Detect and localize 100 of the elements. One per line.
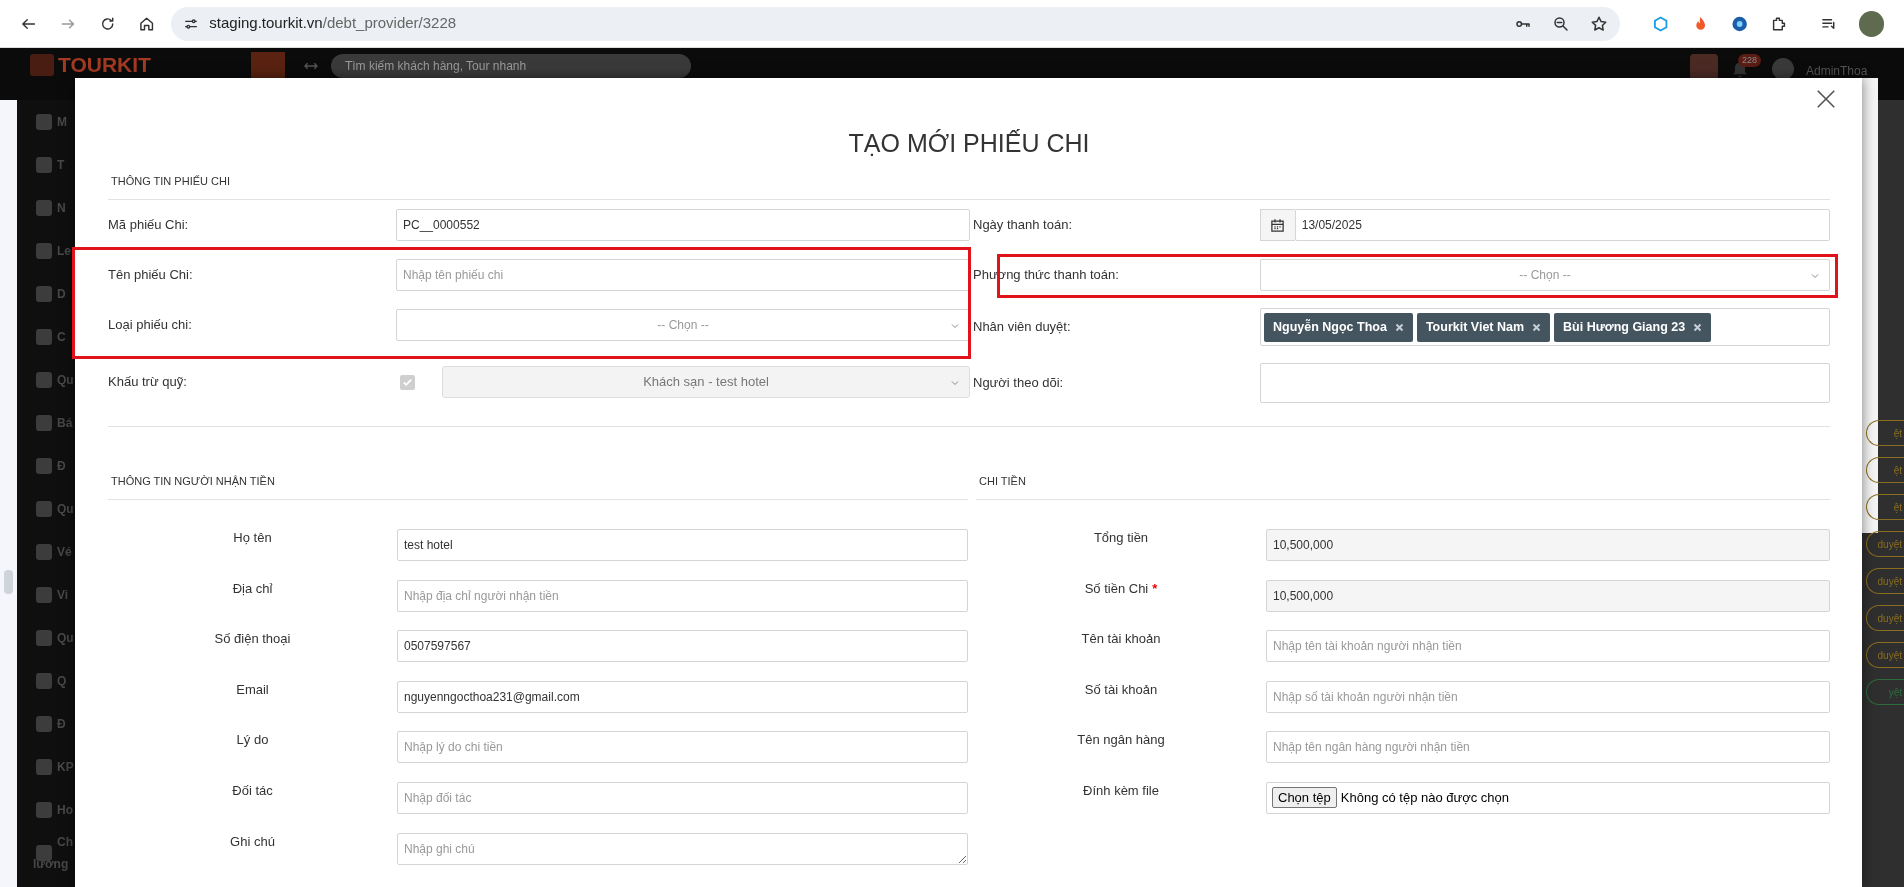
user-name[interactable]: AdminThoa [1806,62,1868,80]
field-label: Đính kèm file [1083,781,1159,800]
file-field[interactable]: Chọn tệp Không có tệp nào được chọn [1266,781,1830,814]
menu-item-label[interactable]: T [57,153,65,176]
menu-item-label[interactable]: KP [57,755,74,778]
tag-label: Nguyễn Ngọc Thoa [1273,318,1387,336]
input-field[interactable]: Nhập đối tác [397,781,968,814]
menu-item-icon[interactable] [36,715,52,732]
menu-item-label[interactable]: Vé [57,540,72,563]
menu-item-icon[interactable] [36,543,52,560]
zoom-icon[interactable] [1552,14,1571,33]
avatar[interactable] [1858,10,1884,37]
input-field[interactable]: Nhập địa chỉ người nhận tiền [397,579,968,612]
input-field[interactable]: Nhập số tài khoản người nhận tiền [1266,680,1830,713]
globe-icon[interactable] [1730,14,1749,33]
select-dropdown[interactable]: -- Chọn -- [396,309,970,341]
input-field[interactable]: 10,500,000 [1266,529,1830,561]
menu-item-label[interactable]: Bá [57,411,73,434]
menu-item-label[interactable]: Ch [57,830,73,853]
menu-item-icon[interactable] [36,629,52,646]
calendar-addon[interactable] [1260,209,1295,241]
tag-label: Tourkit Viet Nam [1425,318,1525,336]
tag-field[interactable]: Nguyễn Ngọc Thoa Tourkit Viet Nam Bùi Hương Giang 23 [1260,308,1830,346]
field-label: Tổng tiền [1093,529,1149,547]
menu-item-icon[interactable] [36,758,52,775]
menu-item-label[interactable]: Le [57,239,71,262]
menu-item-icon[interactable] [36,500,52,517]
select-dropdown[interactable]: -- Chọn -- [1260,259,1830,291]
menu-item-label[interactable]: lương [33,852,73,875]
file-status: Không có tệp nào được chọn [1340,789,1510,808]
menu-item-icon[interactable] [36,844,52,861]
remove-tag-icon[interactable] [1394,322,1404,332]
address-bar[interactable]: staging.tourkit.vn/debt_provider/3228 [171,6,1621,41]
input-field[interactable]: Nhập lý do chi tiền [397,731,968,764]
close-icon[interactable] [1815,88,1837,110]
menu-item-label[interactable]: Ho [57,798,73,821]
menu-item-icon[interactable] [36,285,52,302]
input-field[interactable]: 0507597567 [397,630,968,663]
menu-item-icon[interactable] [36,328,52,345]
input-field[interactable]: Nhập tên ngân hàng người nhận tiền [1266,731,1830,764]
menu-item-label[interactable]: Qu [57,497,74,520]
notification-badge: 228 [1738,54,1762,67]
calendar-icon [1270,217,1286,233]
field-label: Họ tên [233,529,272,547]
menu-item-icon[interactable] [36,414,52,431]
menu-item-label[interactable]: Q [57,669,67,692]
input-field[interactable]: nguyenngocthoa231@gmail.com [397,680,968,713]
field-label: Số tài khoản [1084,680,1158,699]
input-field[interactable]: 10,500,000 [1266,579,1830,612]
field-label: Số tiền Chi [1084,579,1149,598]
section-heading: THÔNG TIN NGƯỜI NHẬN TIỀN [110,474,276,488]
menu-item-label[interactable]: Vi [57,583,69,606]
menu-item-icon[interactable] [36,113,52,130]
menu-item-label[interactable]: Đ [57,454,66,477]
hexagon-icon[interactable] [1652,14,1670,33]
dialog-title: TẠO MỚI PHIẾU CHI [847,128,1091,158]
user-avatar[interactable] [1772,58,1794,80]
text-area[interactable]: Nhập ghi chú [397,832,968,865]
expand-button[interactable] [250,52,285,78]
input-field[interactable]: PC__0000552 [396,209,970,241]
menu-item-icon[interactable] [36,801,52,818]
remove-tag-icon[interactable] [1693,322,1703,332]
field-label: Lý do [236,731,269,750]
field-label: Mã phiếu Chi: [108,216,190,235]
tag-label: Bùi Hương Giang 23 [1563,318,1686,336]
remove-tag-icon[interactable] [1532,322,1542,332]
input-field[interactable]: test hotel [397,529,968,561]
menu-item-icon[interactable] [36,156,52,173]
menu-item-icon[interactable] [36,371,52,388]
menu-item-icon[interactable] [36,457,52,474]
menu-item-label[interactable]: Đ [57,712,66,735]
star-icon[interactable] [1590,14,1609,33]
field-label: Khấu trừ quỹ: [108,373,188,392]
menu-item-icon[interactable] [36,586,52,603]
date-field[interactable]: 13/05/2025 [1294,209,1830,241]
scrollbar-thumb[interactable] [4,570,13,594]
menu-item-icon[interactable] [36,672,52,689]
menu-item-label[interactable]: Qu [57,626,74,649]
choose-file-button[interactable]: Chọn tệp [1272,787,1337,809]
section-heading: CHI TIỀN [978,474,1027,488]
menu-item-label[interactable]: Qu [57,368,74,391]
input-field[interactable]: Nhập tên phiếu chi [396,259,970,291]
menu-item-icon[interactable] [36,242,52,259]
menu-item-label[interactable]: N [57,196,66,219]
field-label: Ghi chú [230,832,275,851]
url-text: staging.tourkit.vn/debt_provider/3228 [209,13,458,34]
field-label: Nhân viên duyệt: [972,318,1072,337]
field-label: Ngày thanh toán: [972,216,1074,235]
field-label: Số điện thoại [214,630,291,649]
search-field[interactable]: Tìm kiếm khách hàng, Tour nhanh [330,54,691,78]
section-heading: THÔNG TIN PHIẾU CHI [110,174,231,188]
input-field[interactable]: Nhập tên tài khoản người nhận tiền [1266,630,1830,663]
menu-item-label[interactable]: C [57,325,66,348]
field-label: Email [236,680,269,699]
tag-field[interactable] [1260,362,1830,403]
field-label: Tên phiếu Chi: [108,266,194,285]
menu-item-icon[interactable] [36,199,52,216]
menu-item-label[interactable]: M [57,110,67,133]
field-label: Địa chỉ [232,579,273,598]
menu-item-label[interactable]: D [57,282,66,305]
